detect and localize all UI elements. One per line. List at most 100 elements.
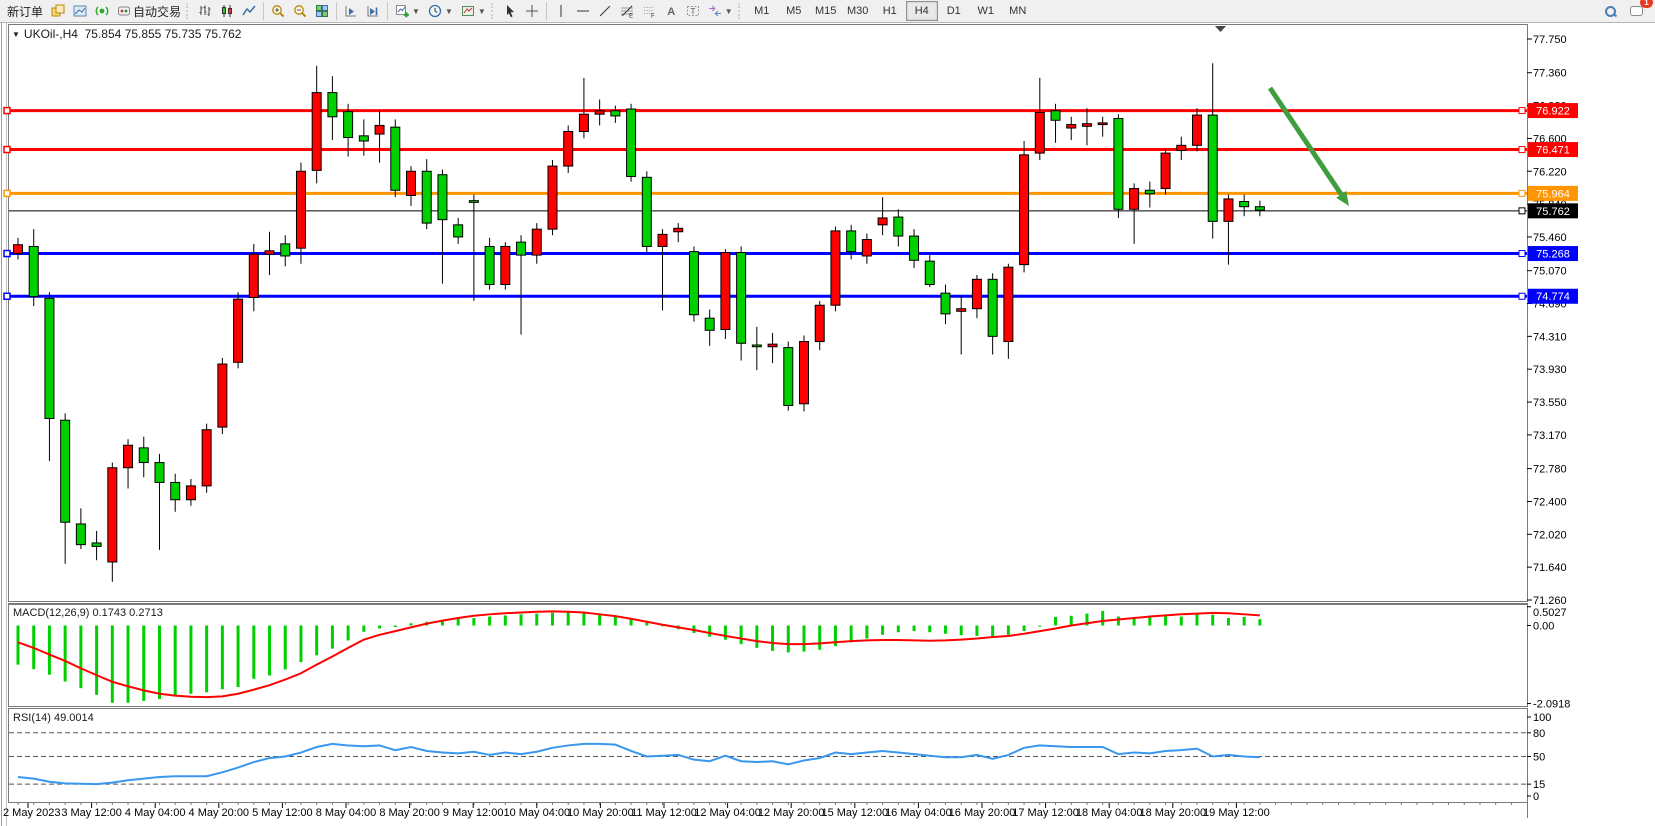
svg-text:71.260: 71.260 (1533, 595, 1567, 607)
line-chart-button[interactable] (238, 0, 260, 22)
timeframe-button-h1[interactable]: H1 (874, 1, 906, 21)
svg-text:16 May 20:00: 16 May 20:00 (949, 807, 1016, 819)
svg-text:74.310: 74.310 (1533, 331, 1567, 343)
search-button[interactable] (1601, 0, 1620, 22)
svg-text:2 May 2023: 2 May 2023 (3, 807, 60, 819)
text-button[interactable]: A (660, 0, 682, 22)
zoom-out-button[interactable] (289, 0, 311, 22)
fibonacci-icon: E (620, 4, 634, 18)
label-button[interactable]: T (682, 0, 704, 22)
svg-text:12 May 20:00: 12 May 20:00 (758, 807, 825, 819)
svg-text:15 May 12:00: 15 May 12:00 (821, 807, 888, 819)
toolbar-separator (738, 3, 743, 19)
svg-text:8 May 20:00: 8 May 20:00 (379, 807, 440, 819)
timeframe-button-mn[interactable]: MN (1002, 1, 1034, 21)
shapes-icon (708, 4, 722, 18)
timeframe-button-m15[interactable]: M15 (810, 1, 842, 21)
svg-text:75.268: 75.268 (1536, 249, 1570, 261)
timeframe-button-m5[interactable]: M5 (778, 1, 810, 21)
svg-text:75.460: 75.460 (1533, 232, 1567, 244)
symbol-dropdown-icon[interactable]: ▼ (12, 30, 20, 39)
svg-text:77.750: 77.750 (1533, 34, 1567, 46)
toolbar-separator (387, 2, 388, 20)
tile-windows-button[interactable] (311, 0, 333, 22)
svg-text:80: 80 (1533, 728, 1545, 740)
svg-text:72.020: 72.020 (1533, 529, 1567, 541)
horizontal-line-button[interactable] (572, 0, 594, 22)
zoom-out-icon (293, 4, 307, 18)
zoom-in-button[interactable] (267, 0, 289, 22)
auto-trading-icon (117, 4, 131, 18)
new-order-button-label: 新订单 (7, 3, 43, 20)
new-chart-button[interactable]: ▼ (391, 0, 424, 22)
timeframe-button-h4[interactable]: H4 (906, 1, 938, 21)
fibonacci-button[interactable]: E (616, 0, 638, 22)
template-button[interactable]: ▼ (457, 0, 490, 22)
svg-text:74.774: 74.774 (1536, 291, 1570, 303)
signal-icon (95, 4, 109, 18)
svg-text:72.780: 72.780 (1533, 464, 1567, 476)
trendline-button[interactable] (594, 0, 616, 22)
vertical-line-button[interactable] (550, 0, 572, 22)
toolbar-separator (186, 3, 191, 19)
timeframe-button-m1[interactable]: M1 (746, 1, 778, 21)
bar-chart-button[interactable] (194, 0, 216, 22)
charts-popup-button[interactable] (47, 0, 69, 22)
chart-end-icon (366, 4, 380, 18)
period-button[interactable]: ▼ (424, 0, 457, 22)
quote-values: 75.854 75.855 75.735 75.762 (85, 27, 242, 41)
svg-text:-2.0918: -2.0918 (1533, 699, 1570, 711)
chevron-down-icon: ▼ (725, 7, 733, 16)
profile-button[interactable] (69, 0, 91, 22)
vline-icon (554, 4, 568, 18)
chart-forward-button[interactable] (340, 0, 362, 22)
candle-chart-button[interactable] (216, 0, 238, 22)
toolbar-separator (336, 2, 337, 20)
svg-text:15: 15 (1533, 779, 1545, 791)
svg-text:73.930: 73.930 (1533, 364, 1567, 376)
toolbar-separator (546, 2, 547, 20)
chart-canvas[interactable]: 77.75077.36076.98076.60076.22075.84075.4… (0, 23, 1655, 826)
svg-text:73.170: 73.170 (1533, 430, 1567, 442)
svg-text:18 May 20:00: 18 May 20:00 (1139, 807, 1206, 819)
svg-text:A: A (667, 6, 675, 18)
svg-text:12 May 04:00: 12 May 04:00 (694, 807, 761, 819)
auto-trading-button-label: 自动交易 (133, 3, 181, 20)
svg-text:9 May 12:00: 9 May 12:00 (443, 807, 504, 819)
svg-text:3 May 12:00: 3 May 12:00 (61, 807, 122, 819)
zoom-in-icon (271, 4, 285, 18)
hline-icon (576, 4, 590, 18)
timeframe-button-d1[interactable]: D1 (938, 1, 970, 21)
svg-text:E: E (629, 14, 633, 19)
chart-symbol-title[interactable]: ▼UKOil-,H4 75.854 75.855 75.735 75.762 (12, 27, 241, 41)
market-watch-button[interactable] (91, 0, 113, 22)
tile-windows-icon (315, 4, 329, 18)
crosshair-button[interactable] (521, 0, 543, 22)
profile-icon (73, 4, 87, 18)
svg-text:72.400: 72.400 (1533, 496, 1567, 508)
text-icon: A (664, 4, 678, 18)
cursor-button[interactable] (499, 0, 521, 22)
timeframe-button-w1[interactable]: W1 (970, 1, 1002, 21)
chart-end-button[interactable] (362, 0, 384, 22)
main-toolbar: 新订单自动交易▼▼▼EFAT▼M1M5M15M30H1H4D1W1MN1 (0, 0, 1655, 23)
svg-text:77.360: 77.360 (1533, 68, 1567, 80)
timeframe-button-m30[interactable]: M30 (842, 1, 874, 21)
shapes-button[interactable]: ▼ (704, 0, 737, 22)
new-order-button[interactable]: 新订单 (3, 0, 47, 22)
rsi-panel-title: RSI(14) 49.0014 (13, 712, 94, 724)
svg-text:75.762: 75.762 (1536, 206, 1570, 218)
toolbar-separator (491, 3, 496, 19)
notifications-button[interactable]: 1 (1626, 0, 1648, 22)
mt4-window: 新订单自动交易▼▼▼EFAT▼M1M5M15M30H1H4D1W1MN1 77.… (0, 0, 1655, 826)
svg-text:19 May 12:00: 19 May 12:00 (1203, 807, 1270, 819)
channels-button[interactable]: F (638, 0, 660, 22)
svg-text:17 May 12:00: 17 May 12:00 (1012, 807, 1079, 819)
svg-text:76.220: 76.220 (1533, 166, 1567, 178)
chevron-down-icon: ▼ (412, 7, 420, 16)
toolbar-right: 1 (1601, 0, 1652, 22)
line-chart-icon (242, 4, 256, 18)
trendline-icon (598, 4, 612, 18)
auto-trading-button[interactable]: 自动交易 (113, 0, 185, 22)
svg-text:5 May 12:00: 5 May 12:00 (252, 807, 313, 819)
